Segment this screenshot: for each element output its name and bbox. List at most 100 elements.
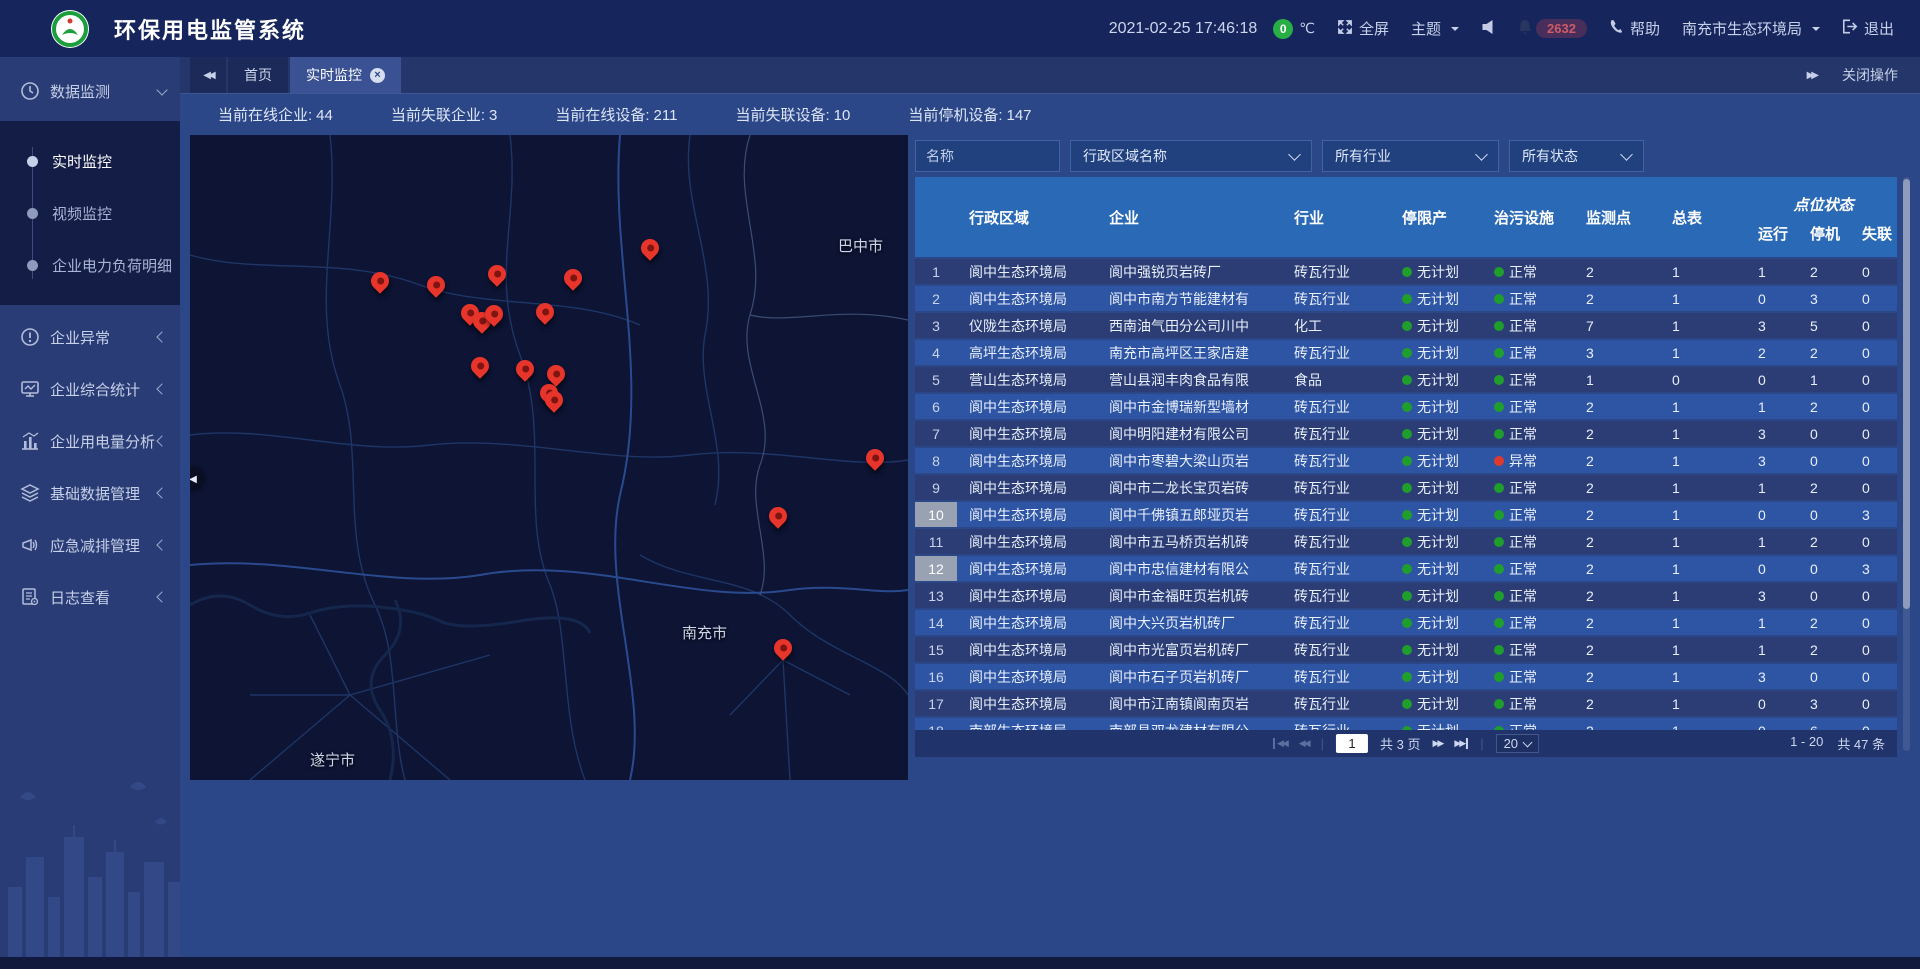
- page-number-input[interactable]: [1336, 734, 1368, 753]
- table-row[interactable]: 8阆中生态环境局阆中市枣碧大梁山页岩砖瓦行业无计划异常21300: [915, 448, 1897, 473]
- status-filter-select[interactable]: 所有状态: [1509, 140, 1644, 172]
- facility-status-cell: 正常: [1486, 556, 1578, 581]
- table-row[interactable]: 9阆中生态环境局阆中市二龙长宝页岩砖砖瓦行业无计划正常21120: [915, 475, 1897, 500]
- table-row[interactable]: 18南部生态环境局南部县双龙建材有限公砖瓦行业无计划正常21060: [915, 718, 1897, 730]
- company-cell: 阆中大兴页岩机砖厂: [1097, 610, 1282, 635]
- last-page-button[interactable]: ▶▶: [1454, 738, 1468, 749]
- notifications-button[interactable]: 2632: [1518, 19, 1587, 39]
- table-row[interactable]: 3仪陇生态环境局西南油气田分公司川中化工无计划正常71350: [915, 313, 1897, 338]
- first-page-button[interactable]: ◀◀: [1273, 738, 1287, 749]
- points-cell: 2: [1578, 664, 1664, 689]
- table-row[interactable]: 15阆中生态环境局阆中市光富页岩机砖厂砖瓦行业无计划正常21120: [915, 637, 1897, 662]
- stopped-cell: 2: [1802, 340, 1854, 365]
- running-cell: 1: [1750, 259, 1802, 284]
- mute-button[interactable]: [1481, 19, 1496, 39]
- table-row[interactable]: 10阆中生态环境局阆中千佛镇五郎垭页岩砖瓦行业无计划正常21003: [915, 502, 1897, 527]
- table-row[interactable]: 4高坪生态环境局南充市高坪区王家店建砖瓦行业无计划正常31220: [915, 340, 1897, 365]
- sidebar-item-4[interactable]: 企业用电量分析: [0, 421, 180, 461]
- table-row[interactable]: 11阆中生态环境局阆中市五马桥页岩机砖砖瓦行业无计划正常21120: [915, 529, 1897, 554]
- offline-cell: 0: [1854, 448, 1897, 473]
- chevron-down-icon: [1812, 27, 1820, 35]
- facility-status-label: 正常: [1509, 262, 1537, 282]
- row-index-cell: 6: [915, 394, 957, 419]
- table-row[interactable]: 16阆中生态环境局阆中市石子页岩机砖厂砖瓦行业无计划正常21300: [915, 664, 1897, 689]
- limit-status-label: 无计划: [1417, 424, 1459, 444]
- sidebar-subitem[interactable]: 企业电力负荷明细: [0, 239, 180, 291]
- theme-menu[interactable]: 主题: [1411, 18, 1459, 39]
- facility-status-label: 正常: [1509, 532, 1537, 552]
- table-row[interactable]: 5营山生态环境局营山县润丰肉食品有限食品无计划正常10010: [915, 367, 1897, 392]
- logout-button[interactable]: 退出: [1842, 18, 1894, 39]
- fullscreen-button[interactable]: 全屏: [1337, 18, 1389, 39]
- sidebar-item-6[interactable]: 应急减排管理: [0, 525, 180, 565]
- status-dot-icon: [1402, 483, 1412, 493]
- close-operations-button[interactable]: 关闭操作: [1842, 65, 1898, 85]
- points-cell: 2: [1578, 529, 1664, 554]
- sidebar-item-2[interactable]: 企业异常: [0, 317, 180, 357]
- org-menu[interactable]: 南充市生态环境局: [1682, 18, 1820, 39]
- row-index-cell: 5: [915, 367, 957, 392]
- status-dot-icon: [1402, 294, 1412, 304]
- industry-cell: 砖瓦行业: [1282, 286, 1394, 311]
- table-row[interactable]: 1阆中生态环境局阆中强锐页岩砖厂砖瓦行业无计划正常21120: [915, 259, 1897, 284]
- limit-status-label: 无计划: [1417, 316, 1459, 336]
- map-panel[interactable]: 巴中市南充市遂宁市 ◀: [190, 135, 908, 780]
- scrollbar-thumb[interactable]: [1903, 179, 1910, 609]
- region-filter-select[interactable]: 行政区域名称: [1070, 140, 1312, 172]
- table-scrollbar[interactable]: [1903, 177, 1910, 751]
- region-cell: 仪陇生态环境局: [957, 313, 1097, 338]
- table-row[interactable]: 12阆中生态环境局阆中市忠信建材有限公砖瓦行业无计划正常21003: [915, 556, 1897, 581]
- row-index-cell: 17: [915, 691, 957, 716]
- limit-status-label: 无计划: [1417, 397, 1459, 417]
- facility-status-cell: 正常: [1486, 529, 1578, 554]
- status-dot-icon: [1494, 456, 1504, 466]
- limit-status-cell: 无计划: [1394, 502, 1486, 527]
- prev-page-button[interactable]: ◀◀: [1299, 738, 1309, 749]
- sidebar-item-3[interactable]: 企业综合统计: [0, 369, 180, 409]
- name-filter-input[interactable]: [915, 140, 1060, 172]
- status-dot-icon: [1402, 591, 1412, 601]
- stopped-cell: 2: [1802, 259, 1854, 284]
- region-cell: 阆中生态环境局: [957, 583, 1097, 608]
- company-cell: 阆中市五马桥页岩机砖: [1097, 529, 1282, 554]
- temperature-badge: 0: [1273, 19, 1293, 39]
- industry-filter-select[interactable]: 所有行业: [1322, 140, 1499, 172]
- meter-cell: 1: [1664, 394, 1750, 419]
- phone-icon: [1609, 19, 1624, 38]
- table-row[interactable]: 13阆中生态环境局阆中市金福旺页岩机砖砖瓦行业无计划正常21300: [915, 583, 1897, 608]
- sidebar-item-1[interactable]: 数据监测: [0, 67, 180, 115]
- status-dot-icon: [1402, 267, 1412, 277]
- table-row[interactable]: 6阆中生态环境局阆中市金博瑞新型墙材砖瓦行业无计划正常21120: [915, 394, 1897, 419]
- status-dot-icon: [1402, 510, 1412, 520]
- table-row[interactable]: 17阆中生态环境局阆中市江南镇阆南页岩砖瓦行业无计划正常21030: [915, 691, 1897, 716]
- next-page-button[interactable]: ▶▶: [1433, 738, 1443, 749]
- company-cell: 阆中市忠信建材有限公: [1097, 556, 1282, 581]
- help-button[interactable]: 帮助: [1609, 18, 1660, 39]
- stopped-cell: 2: [1802, 637, 1854, 662]
- column-header-industry: 行业: [1282, 177, 1394, 257]
- tab-2[interactable]: 实时监控×: [290, 57, 401, 93]
- status-dot-icon: [1494, 510, 1504, 520]
- status-dot-icon: [1494, 321, 1504, 331]
- tab-1[interactable]: 首页: [228, 57, 288, 93]
- sidebar-item-5[interactable]: 基础数据管理: [0, 473, 180, 513]
- sidebar-item-label: 企业综合统计: [50, 379, 158, 400]
- bullet-dot-icon: [27, 260, 38, 271]
- limit-status-cell: 无计划: [1394, 340, 1486, 365]
- status-dot-icon: [1494, 645, 1504, 655]
- record-range-label: 1 - 20: [1790, 734, 1823, 753]
- tabs-scroll-left-button[interactable]: ◀◀: [190, 57, 226, 93]
- points-cell: 2: [1578, 421, 1664, 446]
- tabs-scroll-right-button[interactable]: ▶▶: [1807, 70, 1816, 81]
- table-row[interactable]: 14阆中生态环境局阆中大兴页岩机砖厂砖瓦行业无计划正常21120: [915, 610, 1897, 635]
- table-row[interactable]: 7阆中生态环境局阆中明阳建材有限公司砖瓦行业无计划正常21300: [915, 421, 1897, 446]
- status-dot-icon: [1402, 375, 1412, 385]
- sidebar-subitem[interactable]: 视频监控: [0, 187, 180, 239]
- page-size-select[interactable]: 20: [1496, 734, 1539, 753]
- tab-close-icon[interactable]: ×: [370, 68, 385, 83]
- bell-icon: [1518, 19, 1532, 39]
- table-row[interactable]: 2阆中生态环境局阆中市南方节能建材有砖瓦行业无计划正常21030: [915, 286, 1897, 311]
- sidebar-item-7[interactable]: 日志查看: [0, 577, 180, 617]
- facility-status-label: 异常: [1509, 451, 1537, 471]
- sidebar-subitem[interactable]: 实时监控: [0, 135, 180, 187]
